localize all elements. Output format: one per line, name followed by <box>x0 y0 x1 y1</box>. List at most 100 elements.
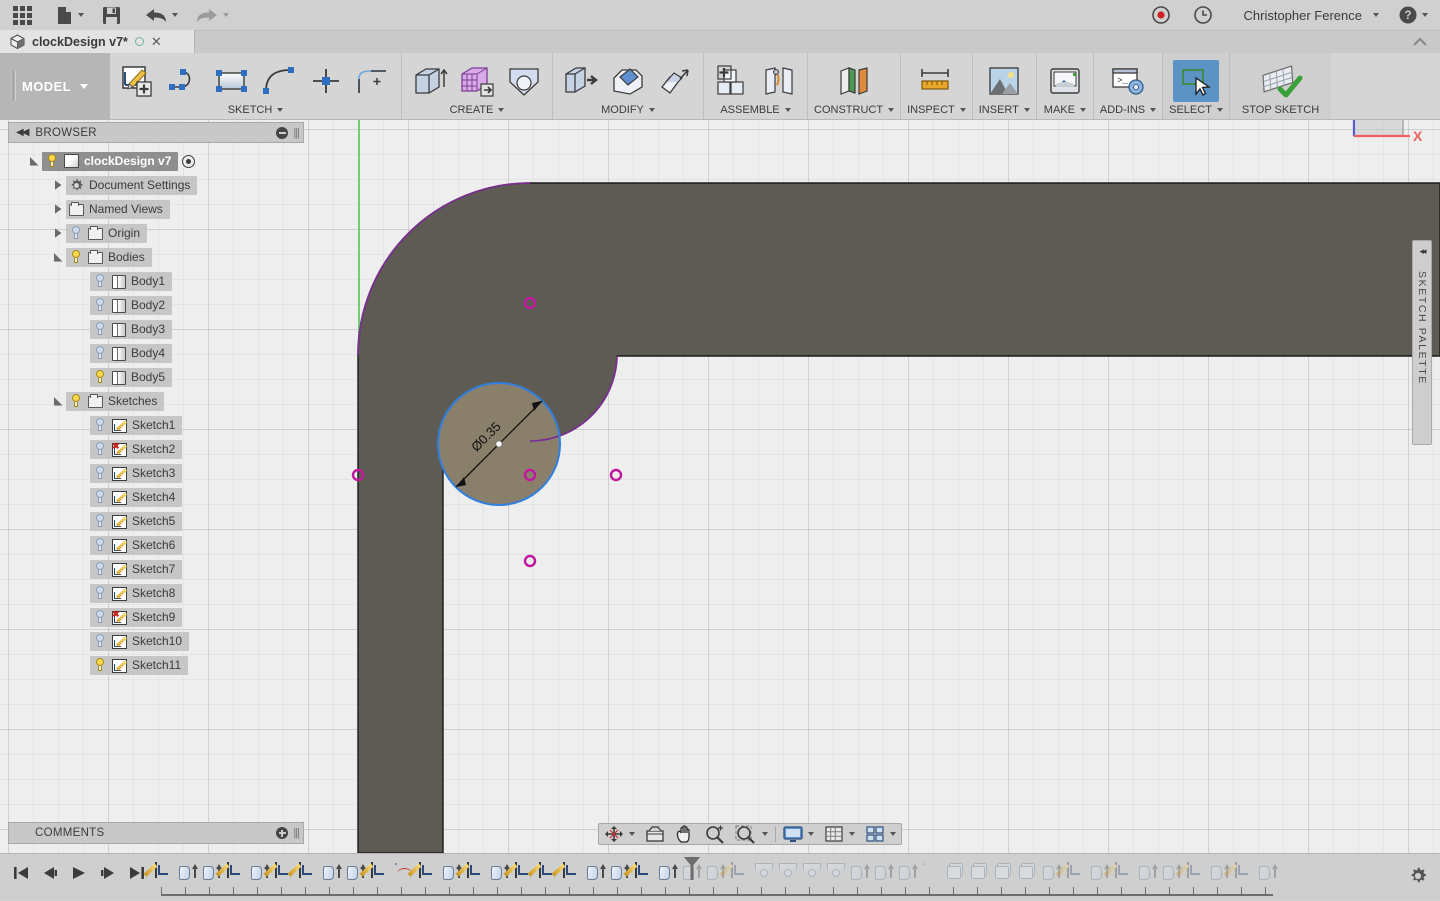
ribbon-group-label[interactable]: INSPECT <box>907 104 966 117</box>
collapse-ribbon-chevron-icon[interactable] <box>1412 35 1428 50</box>
timeline-sketch-icon[interactable] <box>1115 862 1117 878</box>
ribbon-group-label[interactable]: CONSTRUCT <box>814 104 894 117</box>
visibility-bulb-icon[interactable] <box>69 393 83 409</box>
tree-node-root[interactable]: clockDesign v7 <box>8 149 304 173</box>
timeline-sketch-icon[interactable] <box>155 862 157 878</box>
tree-node[interactable]: Body3 <box>8 317 304 341</box>
timeline-playhead-marker[interactable] <box>683 856 701 882</box>
visibility-bulb-icon[interactable] <box>93 369 107 385</box>
zoom-icon[interactable] <box>698 824 727 844</box>
measure-icon[interactable] <box>914 60 958 102</box>
expand-sketch-palette-icon[interactable]: ◂◂ <box>1419 246 1424 257</box>
tree-node[interactable]: Origin <box>8 221 304 245</box>
revolve-icon[interactable] <box>502 60 546 102</box>
fillet-sketch-icon[interactable] <box>351 60 395 102</box>
circle-center-point[interactable] <box>496 441 502 447</box>
tree-row[interactable]: ✖Sketch9 <box>90 608 182 627</box>
visibility-bulb-icon[interactable] <box>93 465 107 481</box>
timeline-feature[interactable] <box>1259 863 1279 883</box>
tree-row[interactable]: Sketch11 <box>90 656 188 675</box>
display-settings-icon[interactable] <box>781 824 816 844</box>
visibility-bulb-icon[interactable] <box>93 609 107 625</box>
tree-row[interactable]: Origin <box>66 224 147 243</box>
timeline-sketch-icon[interactable] <box>275 862 277 878</box>
tree-row[interactable]: Body5 <box>90 368 172 387</box>
ribbon-group-label[interactable]: INSERT <box>979 104 1030 117</box>
ribbon-group-label[interactable]: STOP SKETCH <box>1242 104 1319 117</box>
tree-row[interactable]: Body2 <box>90 296 172 315</box>
timeline-sketch-icon[interactable] <box>1235 862 1237 878</box>
redo-button[interactable] <box>182 0 233 30</box>
new-component-icon[interactable] <box>710 60 754 102</box>
draft-icon[interactable] <box>653 60 697 102</box>
timeline-feature[interactable] <box>1067 863 1087 883</box>
tree-node[interactable]: Sketches <box>8 389 304 413</box>
tree-node[interactable]: ✖Sketch9 <box>8 605 304 629</box>
visibility-bulb-icon[interactable] <box>93 273 107 289</box>
ribbon-group-label[interactable]: CREATE <box>408 104 546 117</box>
job-status-clock-icon[interactable] <box>1182 0 1224 30</box>
timeline-sketch-icon[interactable] <box>419 862 421 878</box>
browser-grip-icon[interactable]: ||| <box>293 127 299 139</box>
timeline-feature[interactable] <box>947 863 967 883</box>
timeline-feature[interactable] <box>659 863 679 883</box>
insert-image-icon[interactable] <box>982 60 1026 102</box>
timeline-sketch-icon[interactable] <box>515 862 517 878</box>
timeline-sketch-icon[interactable] <box>539 862 541 878</box>
tree-row[interactable]: Sketch5 <box>90 512 182 531</box>
timeline-sketch-icon[interactable] <box>635 862 637 878</box>
timeline-feature[interactable] <box>827 863 847 883</box>
ribbon-group-label[interactable]: MAKE <box>1043 104 1087 117</box>
timeline-sketch-icon[interactable] <box>299 862 301 878</box>
add-comment-icon[interactable] <box>276 827 288 839</box>
timeline-feature[interactable] <box>851 863 871 883</box>
timeline-feature[interactable] <box>1187 863 1207 883</box>
timeline-feature[interactable] <box>323 863 343 883</box>
tree-row[interactable]: Body1 <box>90 272 172 291</box>
tree-node[interactable]: Bodies <box>8 245 304 269</box>
timeline-feature[interactable] <box>563 863 583 883</box>
visibility-bulb-icon[interactable] <box>93 585 107 601</box>
tree-node[interactable]: Body2 <box>8 293 304 317</box>
timeline-feature[interactable] <box>467 863 487 883</box>
tree-node[interactable]: Sketch10 <box>8 629 304 653</box>
step-forward-icon[interactable] <box>100 865 116 884</box>
go-to-beginning-icon[interactable] <box>13 865 29 884</box>
timeline-feature[interactable] <box>635 863 655 883</box>
timeline-feature[interactable] <box>1019 863 1039 883</box>
timeline-feature[interactable] <box>923 863 943 883</box>
timeline-feature[interactable] <box>1115 863 1135 883</box>
look-at-icon[interactable] <box>638 824 667 844</box>
timeline-feature[interactable] <box>179 863 199 883</box>
ribbon-group-label[interactable]: MODIFY <box>559 104 697 117</box>
tree-row[interactable]: Sketch7 <box>90 560 182 579</box>
press-pull-icon[interactable] <box>559 60 603 102</box>
ribbon-group-label[interactable]: SKETCH <box>116 104 395 117</box>
tree-row[interactable]: ✖Sketch2 <box>90 440 182 459</box>
comments-grip-icon[interactable]: ||| <box>293 827 299 839</box>
sketch-point[interactable] <box>611 470 621 480</box>
sketch-palette-collapsed[interactable]: ◂◂ SKETCH PALETTE <box>1412 240 1432 445</box>
scripts-addins-icon[interactable]: >_ <box>1106 60 1150 102</box>
fillet-icon[interactable] <box>606 60 650 102</box>
ribbon-group-label[interactable]: ASSEMBLE <box>710 104 801 117</box>
tree-node[interactable]: Body5 <box>8 365 304 389</box>
ribbon-group-label[interactable]: ADD-INS <box>1100 104 1156 117</box>
tree-node[interactable]: Sketch1 <box>8 413 304 437</box>
visibility-bulb-icon[interactable] <box>93 489 107 505</box>
timeline-feature[interactable] <box>587 863 607 883</box>
collapse-arrow-icon[interactable] <box>50 253 66 262</box>
tree-row[interactable]: Sketch3 <box>90 464 182 483</box>
save-button[interactable] <box>88 0 131 30</box>
point-icon[interactable] <box>304 60 348 102</box>
spline-icon[interactable] <box>163 60 207 102</box>
tree-row[interactable]: Body3 <box>90 320 172 339</box>
rectangle-icon[interactable] <box>210 60 254 102</box>
expand-arrow-icon[interactable] <box>50 204 66 214</box>
offset-plane-icon[interactable] <box>832 60 876 102</box>
collapse-browser-icon[interactable]: ◀◀ <box>13 127 27 138</box>
expand-arrow-icon[interactable] <box>50 180 66 190</box>
timeline-feature[interactable] <box>155 863 175 883</box>
timeline-feature[interactable] <box>899 863 919 883</box>
comments-panel[interactable]: COMMENTS ||| <box>8 822 304 844</box>
